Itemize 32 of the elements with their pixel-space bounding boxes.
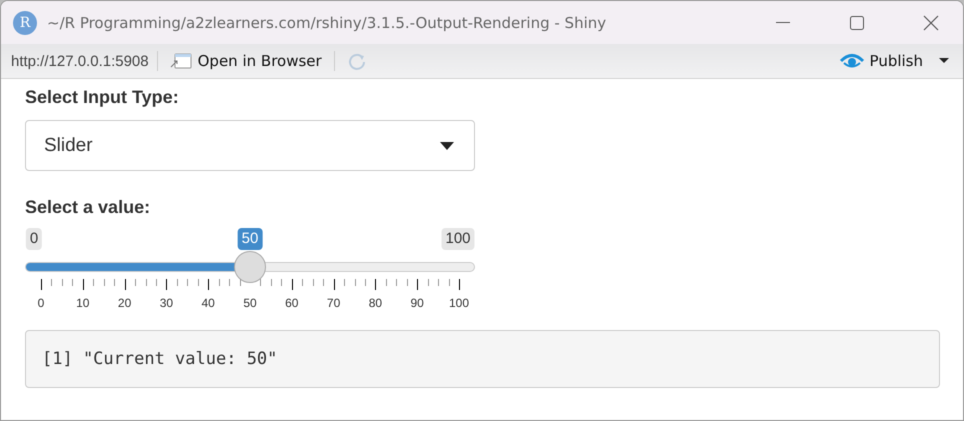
caret-icon	[939, 58, 949, 64]
tick-label: 0	[38, 296, 44, 310]
tick-label: 10	[76, 296, 90, 310]
tick-label: 50	[243, 296, 257, 310]
tick-label: 40	[202, 296, 215, 310]
caret-icon	[440, 142, 454, 150]
url-text: http://127.0.0.1:5908	[11, 52, 149, 70]
maximize-icon	[850, 16, 864, 30]
slider-label: Select a value:	[25, 197, 152, 218]
output-box: [1] "Current value: 50"	[25, 330, 940, 388]
tick-label: 60	[285, 296, 298, 310]
window-arrow-icon	[170, 52, 192, 70]
tick-label: 80	[368, 296, 382, 310]
close-icon	[923, 14, 939, 30]
publish-icon	[840, 52, 864, 70]
select-label: Select Input Type:	[25, 87, 180, 108]
tick-label: 20	[118, 296, 132, 310]
input-type-select[interactable]: Slider	[25, 120, 475, 171]
tick-label: 30	[160, 296, 174, 310]
max-label: 100	[441, 228, 475, 250]
open-in-browser-button[interactable]: Open in Browser	[166, 47, 326, 75]
tick-label: 100	[448, 296, 470, 310]
app-icon: R	[13, 10, 37, 34]
publish-button[interactable]: Publish	[836, 47, 927, 75]
value-label: 50	[238, 228, 262, 250]
tick-label: 90	[410, 296, 424, 310]
minimize-icon	[776, 22, 790, 24]
window-title: ~/R Programming/a2zlearners.com/rshiny/3.1.5.-Output-Rendering - Shiny	[47, 14, 608, 32]
slider-handle[interactable]	[234, 251, 266, 283]
tick-label: 70	[326, 296, 340, 310]
min-label: 0	[26, 228, 42, 250]
refresh-icon	[346, 51, 367, 71]
